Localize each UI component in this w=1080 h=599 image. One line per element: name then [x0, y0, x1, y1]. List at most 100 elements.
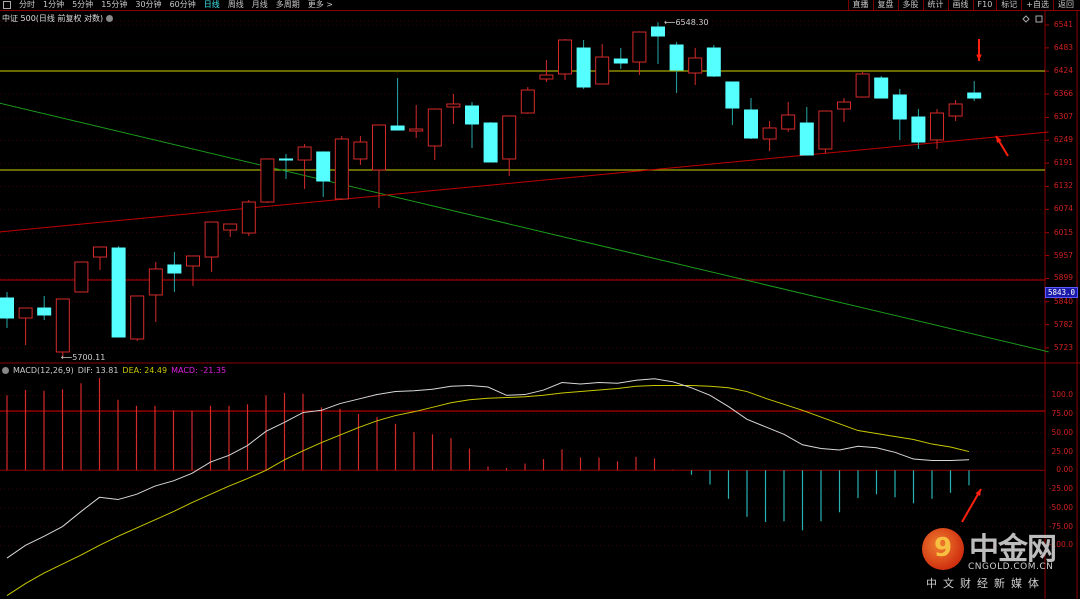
window-toggle-icon[interactable] — [3, 1, 11, 9]
candle-up — [74, 261, 89, 293]
period-tab[interactable]: 分时 — [15, 0, 39, 10]
toolbar-button[interactable]: +自选 — [1021, 0, 1053, 10]
macd-tick-label: 50.00 — [1051, 427, 1073, 437]
candle-down — [465, 105, 479, 125]
logo-mark-icon: 9 — [922, 528, 964, 570]
price-tick-label: 6249 — [1053, 135, 1073, 145]
candle-up — [948, 103, 963, 117]
period-tab[interactable]: 多周期 — [272, 0, 304, 10]
toolbar-button[interactable]: 复盘 — [872, 0, 898, 10]
candle-down — [0, 297, 14, 319]
price-tick-label: 6366 — [1053, 89, 1073, 99]
period-tab[interactable]: 周线 — [224, 0, 248, 10]
period-tab[interactable]: 更多 > — [304, 0, 337, 10]
toolbar-button[interactable]: 统计 — [922, 0, 948, 10]
candle-up — [186, 255, 200, 267]
candle-down — [744, 109, 758, 139]
candle-down — [576, 47, 591, 88]
price-tick-label: 6541 — [1053, 19, 1073, 29]
period-tab[interactable]: 30分钟 — [131, 0, 165, 10]
dropdown-icon[interactable] — [106, 15, 114, 22]
toolbar-button[interactable]: 画线 — [947, 0, 973, 10]
candle-up — [558, 39, 572, 75]
candle-up — [93, 246, 107, 258]
period-tabs: 分时 1分钟 5分钟 15分钟 30分钟 60分钟 日线 周线 月线 多周期 更多 > — [0, 0, 337, 10]
price-tick-label: 5723 — [1053, 342, 1073, 352]
watermark-logo: 9 中金网 CNGOLD.COM.CN 中文财经新媒体 — [922, 524, 1072, 599]
candle-up — [241, 201, 256, 234]
candle-down — [874, 77, 889, 99]
low-price-label: ⟵5700.11 — [61, 353, 106, 362]
period-tab[interactable]: 月线 — [248, 0, 272, 10]
candle-up — [446, 103, 461, 108]
candle-down — [669, 44, 684, 71]
macd-dif-value: DIF: 13.81 — [77, 366, 119, 375]
toolbar-button[interactable]: 直播 — [847, 0, 873, 10]
candle-up — [855, 73, 870, 98]
candle-up — [781, 114, 796, 130]
macd-tick-label: 75.00 — [1051, 409, 1073, 419]
candle-up — [930, 112, 944, 141]
price-tick-label: 5840 — [1053, 296, 1073, 306]
candle-down — [390, 125, 405, 131]
period-tab[interactable]: 1分钟 — [39, 0, 68, 10]
macd-header: MACD(12,26,9) DIF: 13.81 DEA: 24.49 MACD… — [2, 366, 226, 375]
toolbar-button[interactable]: 标记 — [996, 0, 1021, 10]
candle-up — [204, 221, 219, 258]
price-tick-label: 5957 — [1053, 250, 1073, 260]
candle-up — [502, 115, 517, 160]
dea-line — [6, 385, 970, 596]
current-price-label: 5843.0 — [1045, 287, 1078, 298]
candle-up — [372, 124, 386, 171]
price-tick-label: 6483 — [1053, 42, 1073, 52]
candle-up — [837, 101, 851, 110]
toolbar-button[interactable]: F10 — [972, 0, 997, 10]
candle-down — [799, 122, 814, 156]
candle-up — [818, 110, 833, 150]
period-tab[interactable]: 日线 — [200, 0, 224, 10]
candle-down — [279, 158, 293, 161]
candle-up — [18, 307, 33, 319]
price-tick-label: 6015 — [1053, 227, 1073, 237]
price-tick-label: 5899 — [1053, 273, 1073, 283]
candle-down — [892, 94, 907, 120]
candle-down — [911, 116, 926, 143]
candle-up — [632, 31, 647, 63]
candle-up — [762, 127, 777, 140]
candle-down — [706, 47, 721, 77]
toolbar-button[interactable]: 返回 — [1053, 0, 1078, 10]
candle-up — [409, 128, 424, 132]
period-tab[interactable]: 60分钟 — [166, 0, 200, 10]
period-tab[interactable]: 15分钟 — [97, 0, 131, 10]
logo-tagline: 中文财经新媒体 — [926, 577, 1045, 590]
candle-down — [483, 122, 498, 163]
macd-tick-label: 25.00 — [1051, 446, 1073, 456]
candle-up — [334, 138, 349, 200]
red-arrow-down-icon-head — [976, 54, 982, 61]
chart-title: 中证 500(日线 前复权 对数) — [2, 13, 114, 24]
candle-down — [111, 247, 126, 338]
candle-down — [967, 92, 982, 99]
action-buttons: 直播 复盘 多股 统计 画线 F10 标记 +自选 返回 — [847, 0, 1078, 10]
candle-down — [725, 81, 740, 109]
candle-down — [316, 151, 331, 182]
candle-up — [130, 295, 145, 340]
price-tick-label: 6424 — [1053, 66, 1073, 76]
macd-dea-value: DEA: 24.49 — [122, 366, 168, 375]
logo-domain: CNGOLD.COM.CN — [968, 562, 1054, 572]
high-price-label: ⟵6548.30 — [664, 18, 709, 27]
chart-canvas: ⟵6548.30 ⟵5700.11 — [0, 11, 1080, 599]
price-tick-label: 5782 — [1053, 319, 1073, 329]
macd-tick-label: -50.00 — [1048, 502, 1073, 512]
candle-up — [520, 89, 535, 114]
indicator-settings-icon[interactable] — [2, 367, 9, 374]
candle-down — [37, 307, 52, 316]
candle-up — [55, 298, 70, 353]
toolbar-button[interactable]: 多股 — [897, 0, 923, 10]
macd-tick-label: 0.00 — [1056, 465, 1073, 475]
period-tab[interactable]: 5分钟 — [68, 0, 97, 10]
period-toolbar: 分时 1分钟 5分钟 15分钟 30分钟 60分钟 日线 周线 月线 多周期 更多 > 直播 复盘 多股… — [0, 0, 1080, 11]
macd-tick-label: -25.00 — [1048, 484, 1073, 494]
candle-up — [595, 56, 610, 85]
candle-up — [223, 223, 238, 231]
